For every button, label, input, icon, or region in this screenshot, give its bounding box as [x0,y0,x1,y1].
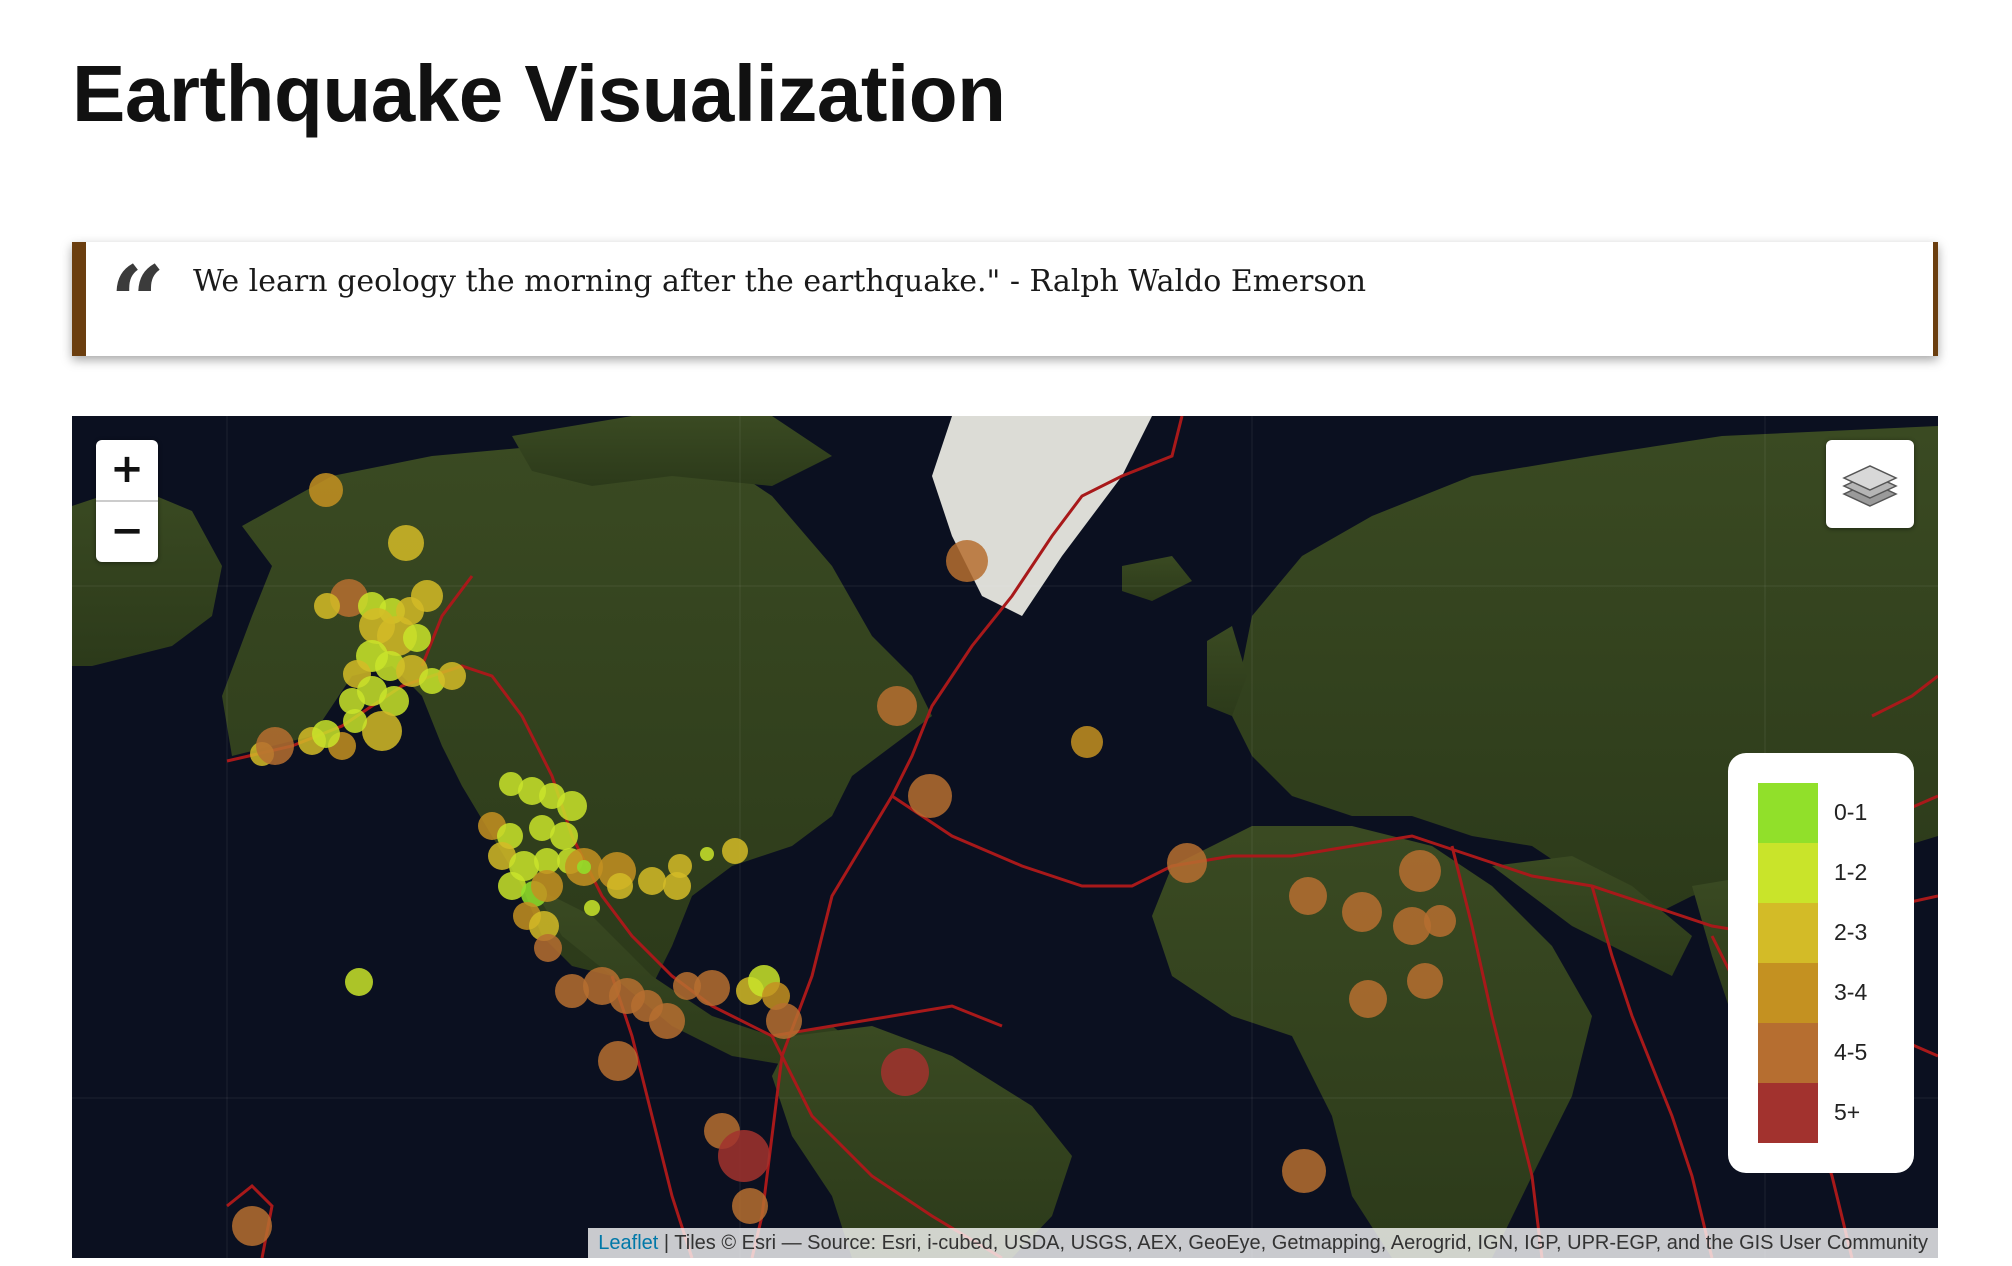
legend-swatch [1758,903,1818,963]
legend-label: 2-3 [1834,919,1868,945]
magnitude-legend: 0-1 1-2 2-3 3-4 4-5 5+ [1728,753,1914,1173]
quote-mark-icon: “ [110,245,166,358]
legend-label: 1-2 [1834,859,1868,885]
attribution-text: | Tiles © Esri — Source: Esri, i-cubed, … [658,1232,1928,1254]
legend-label: 0-1 [1834,799,1868,825]
legend-item: 0-1 [1758,783,1898,843]
legend-swatch [1758,1083,1818,1143]
quote-text: We learn geology the morning after the e… [193,264,1367,299]
legend-swatch [1758,963,1818,1023]
quote-block: “ We learn geology the morning after the… [72,242,1938,356]
zoom-in-button[interactable]: + [96,440,158,502]
legend-label: 5+ [1834,1099,1861,1125]
legend-swatch [1758,1023,1818,1083]
map-attribution: Leaflet | Tiles © Esri — Source: Esri, i… [588,1228,1938,1258]
layers-control-button[interactable] [1826,440,1914,528]
legend-label: 4-5 [1834,1039,1868,1065]
legend-label: 3-4 [1834,979,1868,1005]
legend-swatch [1758,843,1818,903]
legend-item: 4-5 [1758,1023,1898,1083]
zoom-out-button[interactable]: − [96,502,158,562]
zoom-control: + − [96,440,158,562]
legend-item: 5+ [1758,1083,1898,1143]
map-canvas[interactable] [72,416,1938,1258]
leaflet-link[interactable]: Leaflet [598,1232,658,1254]
earthquake-map[interactable]: + − 0-1 1-2 2-3 3-4 4-5 5+ Leaflet | Til… [72,416,1938,1258]
legend-item: 2-3 [1758,903,1898,963]
legend-swatch [1758,783,1818,843]
legend-item: 3-4 [1758,963,1898,1023]
legend-item: 1-2 [1758,843,1898,903]
page-title: Earthquake Visualization [72,49,1006,138]
layers-icon [1842,465,1898,507]
